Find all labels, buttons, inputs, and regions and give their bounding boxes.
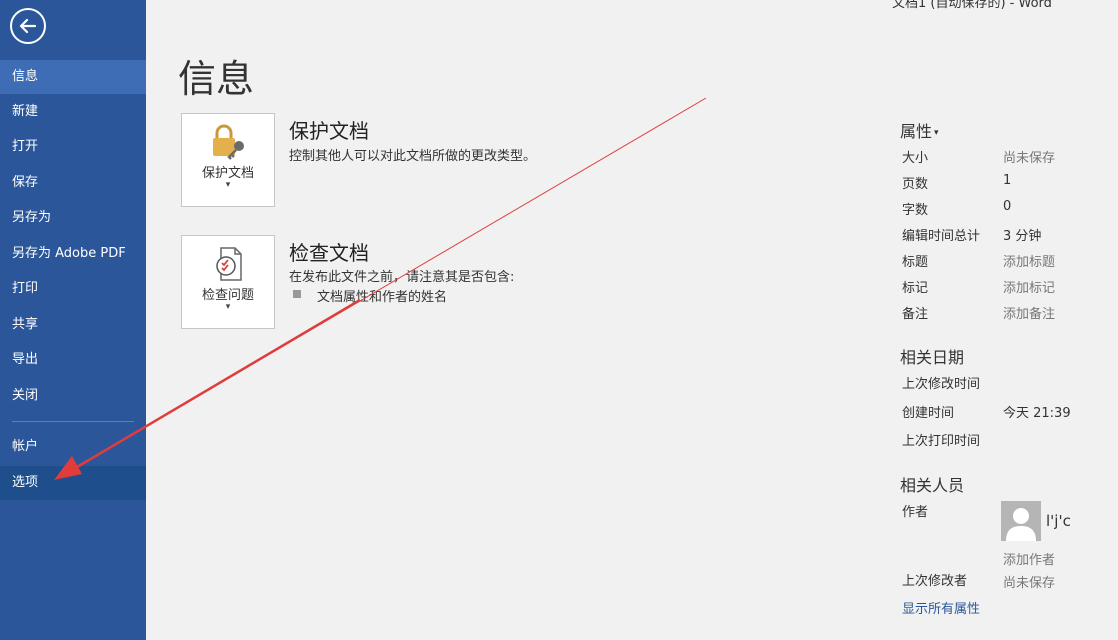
backstage-sidebar: 信息 新建 打开 保存 另存为 另存为 Adobe PDF 打印 共享 导出 关… [0, 0, 146, 640]
prop-value-edit-time: 3 分钟 [1003, 229, 1042, 244]
page-title: 信息 [178, 57, 255, 101]
lock-key-icon [209, 124, 249, 164]
protect-document-button[interactable]: 保护文档 ▾ [181, 113, 275, 207]
nav-print[interactable]: 打印 [0, 272, 146, 306]
inspect-bullet-item: 文档属性和作者的姓名 [317, 290, 448, 305]
people-key-last-modified-by: 上次修改者 [902, 574, 968, 589]
prop-key-pages: 页数 [902, 177, 929, 192]
nav-new[interactable]: 新建 [0, 95, 146, 129]
date-key-last-modified: 上次修改时间 [902, 377, 981, 392]
protect-section-title: 保护文档 [289, 119, 369, 143]
add-title-field[interactable]: 添加标题 [1003, 251, 1055, 270]
document-checklist-icon [209, 246, 249, 286]
add-tag-field[interactable]: 添加标记 [1003, 277, 1055, 296]
nav-save-as[interactable]: 另存为 [0, 201, 146, 235]
nav-options[interactable]: 选项 [0, 466, 146, 500]
prop-key-words: 字数 [902, 203, 929, 218]
nav-save-as-pdf[interactable]: 另存为 Adobe PDF [0, 237, 146, 271]
nav-open[interactable]: 打开 [0, 130, 146, 164]
protect-document-label: 保护文档 [201, 166, 254, 181]
nav-divider [12, 421, 134, 422]
prop-key-title: 标题 [902, 255, 929, 270]
add-author-field[interactable]: 添加作者 [1003, 549, 1055, 568]
annotation-arrow [54, 97, 707, 480]
prop-value-size: 尚未保存 [1003, 151, 1056, 166]
chevron-down-icon: ▾ [225, 302, 231, 312]
prop-value-words: 0 [1003, 199, 1012, 214]
chevron-down-icon: ▾ [934, 127, 939, 138]
check-for-issues-label: 检查问题 [201, 288, 254, 303]
date-value-created: 今天 21:39 [1003, 406, 1071, 421]
prop-key-tags: 标记 [902, 281, 929, 296]
nav-share[interactable]: 共享 [0, 308, 146, 342]
prop-key-edit-time: 编辑时间总计 [902, 229, 981, 244]
inspect-section-desc: 在发布此文件之前，请注意其是否包含: [289, 270, 515, 285]
prop-key-comments: 备注 [902, 307, 929, 322]
related-people-header: 相关人员 [900, 476, 965, 495]
prop-key-size: 大小 [902, 151, 929, 166]
check-for-issues-button[interactable]: 检查问题 ▾ [181, 235, 275, 329]
add-comment-field[interactable]: 添加备注 [1003, 303, 1055, 322]
nav-close[interactable]: 关闭 [0, 379, 146, 413]
chevron-down-icon: ▾ [225, 180, 231, 190]
avatar[interactable] [1001, 501, 1041, 541]
window-title: 文档1 (自动保存的) - Word [892, 0, 1052, 11]
author-name: l'j'c [1046, 512, 1071, 530]
properties-header-label: 属性 [900, 122, 933, 141]
back-button[interactable] [10, 8, 46, 44]
related-dates-header: 相关日期 [900, 348, 965, 367]
nav-export[interactable]: 导出 [0, 343, 146, 377]
protect-section-desc: 控制其他人可以对此文档所做的更改类型。 [289, 149, 537, 164]
nav-save[interactable]: 保存 [0, 166, 146, 200]
show-all-properties-link[interactable]: 显示所有属性 [902, 598, 980, 617]
inspect-section-title: 检查文档 [289, 241, 369, 265]
bullet-square-icon [293, 290, 301, 298]
date-key-last-printed: 上次打印时间 [902, 434, 981, 449]
user-silhouette-icon [1006, 508, 1036, 541]
people-value-last-modified-by: 尚未保存 [1003, 576, 1056, 591]
nav-info[interactable]: 信息 [0, 60, 146, 94]
date-key-created: 创建时间 [902, 406, 955, 421]
prop-value-pages: 1 [1003, 173, 1012, 188]
properties-header[interactable]: 属性 ▾ [900, 118, 939, 142]
nav-account[interactable]: 帐户 [0, 430, 146, 464]
people-key-author: 作者 [902, 505, 929, 520]
back-arrow-icon [19, 18, 37, 34]
